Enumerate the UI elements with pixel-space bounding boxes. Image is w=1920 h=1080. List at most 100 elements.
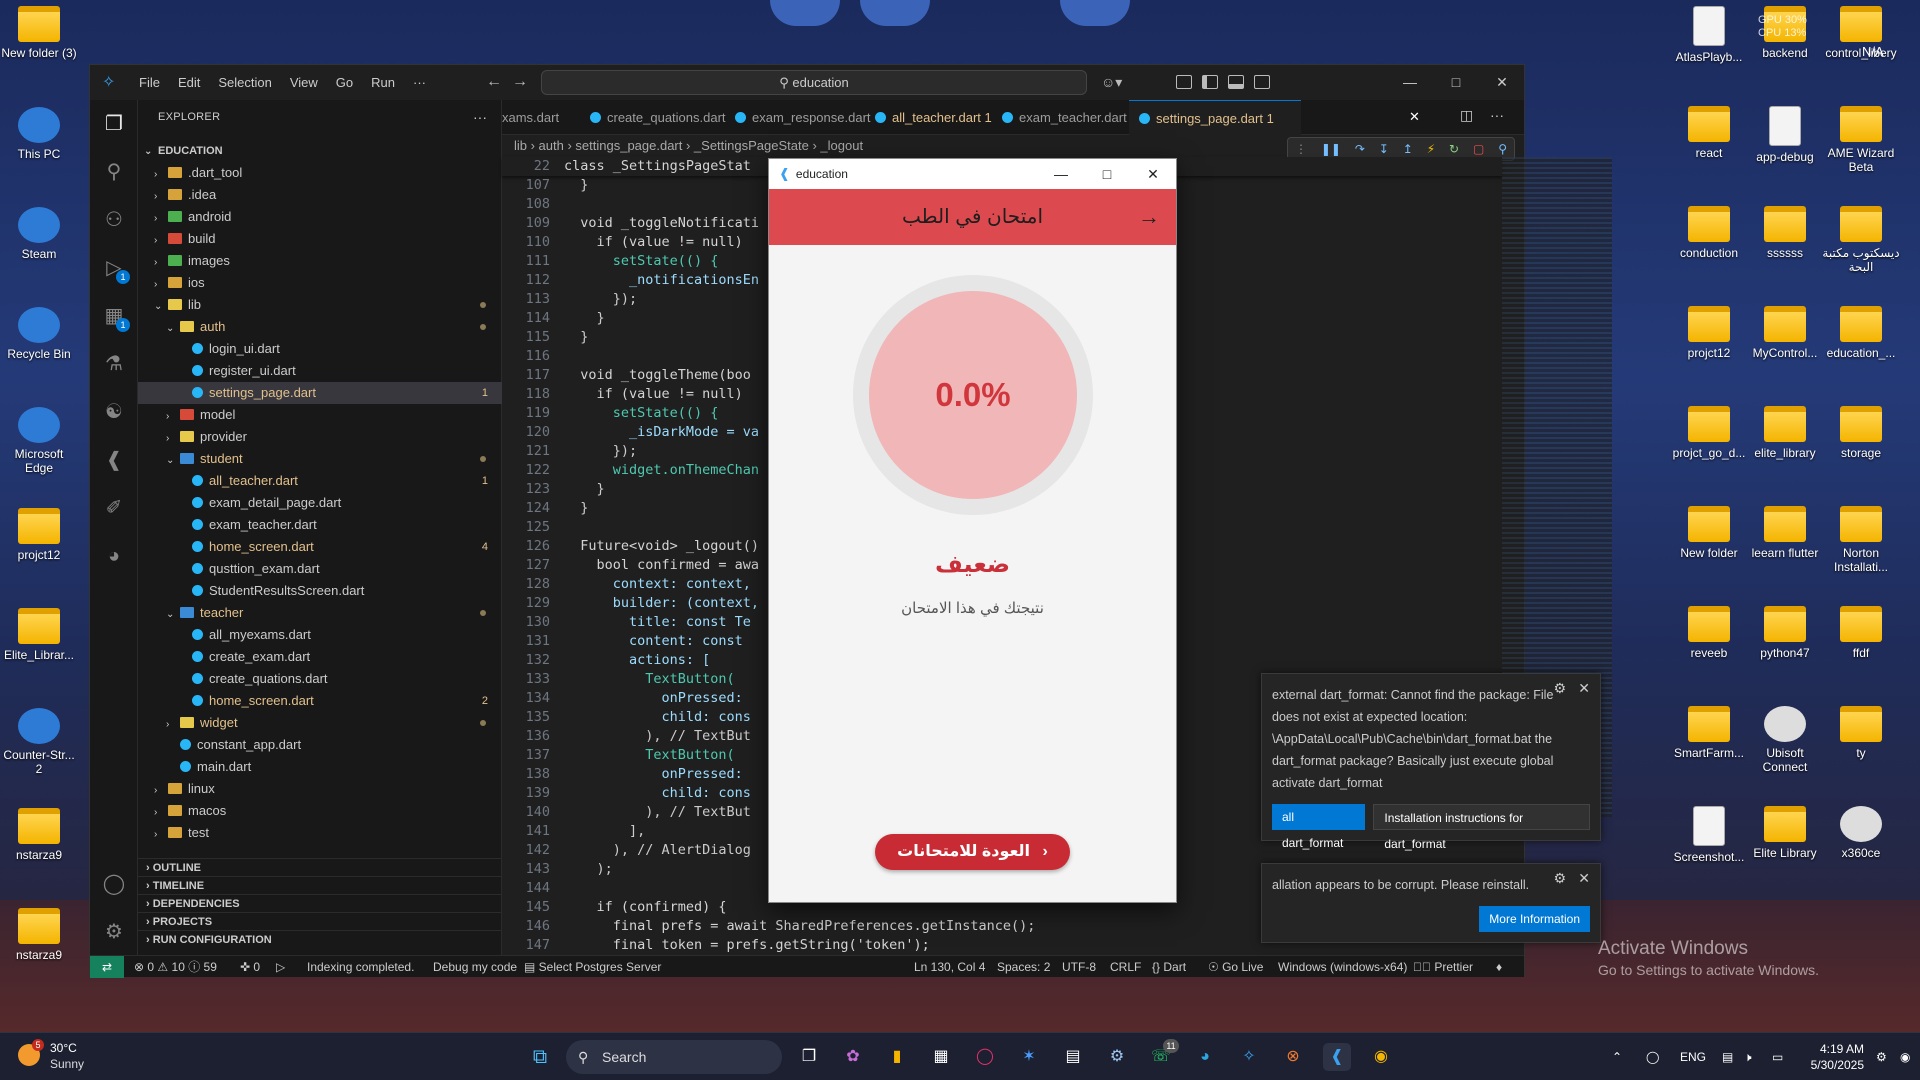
file-item[interactable]: settings_page.dart 1 [138,382,502,404]
file-item[interactable]: login_ui.dart [138,338,502,360]
menu-item[interactable]: File [130,75,169,90]
ports-indicator[interactable]: ✜ 0 [240,956,260,978]
sidebar-section[interactable]: › DEPENDENCIES [138,894,502,912]
file-item[interactable]: qusttion_exam.dart [138,558,502,580]
run-icon[interactable]: ▷ [276,956,285,978]
live-share-icon[interactable]: ◕ [102,544,126,568]
editor-tab[interactable]: create_quations.dart [580,100,726,135]
close-icon[interactable]: ✕ [1578,680,1590,697]
desktop-icon[interactable]: Norton Installati... [1822,506,1900,574]
desktop-icon[interactable]: Screenshot... [1670,806,1748,864]
hot-reload-icon[interactable]: ⚡ [1427,142,1435,156]
sidebar-section[interactable]: › OUTLINE [138,858,502,876]
microsoft-store-icon[interactable]: ▦ [927,1043,955,1071]
settings-gear-icon[interactable]: ⚙ [102,920,126,944]
notifications-bell-icon[interactable]: ♦ [1496,956,1502,978]
hot-restart-icon[interactable]: ↻ [1449,142,1459,156]
security-icon[interactable]: ◯ [1646,1033,1659,1080]
desktop-icon[interactable]: ssssss [1746,206,1824,260]
gear-icon[interactable]: ⚙ [1553,680,1566,697]
desktop-icon[interactable]: ffdf [1822,606,1900,660]
folder-item[interactable]: › test [138,822,502,844]
eol-setting[interactable]: CRLF [1110,956,1141,978]
file-item[interactable]: all_teacher.dart 1 [138,470,502,492]
folder-item[interactable]: › macos [138,800,502,822]
devtools-icon[interactable]: ⚲ [1498,142,1507,156]
file-item[interactable]: all_myexams.dart [138,624,502,646]
more-actions-icon[interactable]: ··· [473,100,487,135]
tab-close-icon[interactable]: ✕ [1409,109,1420,125]
app-store-icon[interactable]: ✶ [1015,1043,1043,1071]
stop-icon[interactable]: ▢ [1473,142,1484,156]
forward-arrow-icon[interactable]: → [512,73,528,91]
widgets-icon[interactable]: ◉ [1900,1033,1910,1080]
desktop-icon[interactable]: storage [1822,406,1900,460]
folder-item[interactable]: › android [138,206,502,228]
maximize-icon[interactable]: □ [1433,65,1479,100]
folder-item[interactable]: › widget [138,712,502,734]
source-control-icon[interactable]: ⚇ [102,208,126,232]
desktop-icon[interactable]: Counter-Str... 2 [0,708,78,776]
device-selector[interactable]: Windows (windows-x64) [1278,956,1407,978]
close-icon[interactable]: ✕ [1130,159,1176,189]
desktop-icon[interactable]: ty [1822,706,1900,760]
menu-item[interactable]: Selection [209,75,280,90]
toggle-secondary-sidebar-icon[interactable] [1254,75,1270,89]
gear-icon[interactable]: ⚙ [1553,870,1566,887]
desktop-icon[interactable]: leearn flutter [1746,506,1824,560]
desktop-icon[interactable]: projct12 [1670,306,1748,360]
desktop-icon[interactable]: Elite Library [1746,806,1824,860]
editor-more-icon[interactable]: ··· [1490,107,1504,123]
folder-item[interactable]: › .idea [138,184,502,206]
maximize-icon[interactable]: □ [1084,159,1130,189]
installation-instructions-button[interactable]: Installation instructions for dart_forma… [1373,804,1590,851]
minimize-icon[interactable]: — [1387,65,1433,100]
pen-icon[interactable]: ✐ [102,496,126,520]
remote-indicator-icon[interactable]: ⇄ [90,956,124,978]
account-icon[interactable]: ◯ [102,872,126,896]
file-item[interactable]: StudentResultsScreen.dart [138,580,502,602]
folder-item[interactable]: › images [138,250,502,272]
step-into-icon[interactable]: ↧ [1379,142,1389,156]
desktop-icon[interactable]: New folder [1670,506,1748,560]
menu-item[interactable]: Go [327,75,362,90]
desktop-icon[interactable]: New folder (3) [0,6,78,60]
folder-item[interactable]: › .dart_tool [138,162,502,184]
split-editor-icon[interactable]: ◫ [1460,107,1473,124]
file-item[interactable]: register_ui.dart [138,360,502,382]
clock[interactable]: 4:19 AM 5/30/2025 [1792,1041,1864,1073]
copilot-icon[interactable]: ☺▾ [1101,74,1122,91]
steam-icon[interactable]: ⚙ [1103,1043,1131,1071]
editor-tab[interactable]: exam_teacher.dart [992,100,1127,135]
desktop-icon[interactable]: Steam [0,207,78,261]
database-icon[interactable]: ☯ [102,400,126,424]
chrome-icon[interactable]: ◉ [1367,1043,1395,1071]
folder-item[interactable]: ⌄ teacher [138,602,502,624]
file-item[interactable]: home_screen.dart 4 [138,536,502,558]
desktop-icon[interactable]: react [1670,106,1748,160]
back-to-exams-button[interactable]: العودة للامتحانات › [875,834,1070,870]
editor-tab[interactable]: xams.dart [502,100,574,135]
desktop-icon[interactable]: projct_go_d... [1670,406,1748,460]
desktop-icon[interactable]: This PC [0,107,78,161]
notifications-icon[interactable]: ⚙ [1876,1033,1887,1080]
show-hidden-icons[interactable]: ⌃ [1612,1033,1622,1080]
menu-item[interactable]: Edit [169,75,209,90]
close-icon[interactable]: ✕ [1479,65,1525,100]
menu-item[interactable]: Run [362,75,404,90]
editor-tab[interactable]: settings_page.dart 1 [1129,100,1301,135]
minimize-icon[interactable]: — [1038,159,1084,189]
menu-item[interactable]: ··· [404,75,435,90]
network-icon[interactable]: ▤ [1722,1033,1733,1080]
editor-tab[interactable]: exam_response.dart [725,100,871,135]
step-out-icon[interactable]: ↥ [1403,142,1413,156]
explorer-icon[interactable]: ❐ [102,112,126,136]
problems-indicator[interactable]: ⊗ 0 ⚠ 10 ⓘ 59 [134,956,217,978]
folder-item[interactable]: › model [138,404,502,426]
folder-item[interactable]: ⌄ lib [138,294,502,316]
workspace-header[interactable]: ⌄ EDUCATION [138,140,502,162]
encoding-setting[interactable]: UTF-8 [1062,956,1096,978]
desktop-icon[interactable]: ديسكتوب مكتبة البحة [1822,206,1900,274]
file-item[interactable]: constant_app.dart [138,734,502,756]
language-mode[interactable]: {} Dart [1152,956,1186,978]
